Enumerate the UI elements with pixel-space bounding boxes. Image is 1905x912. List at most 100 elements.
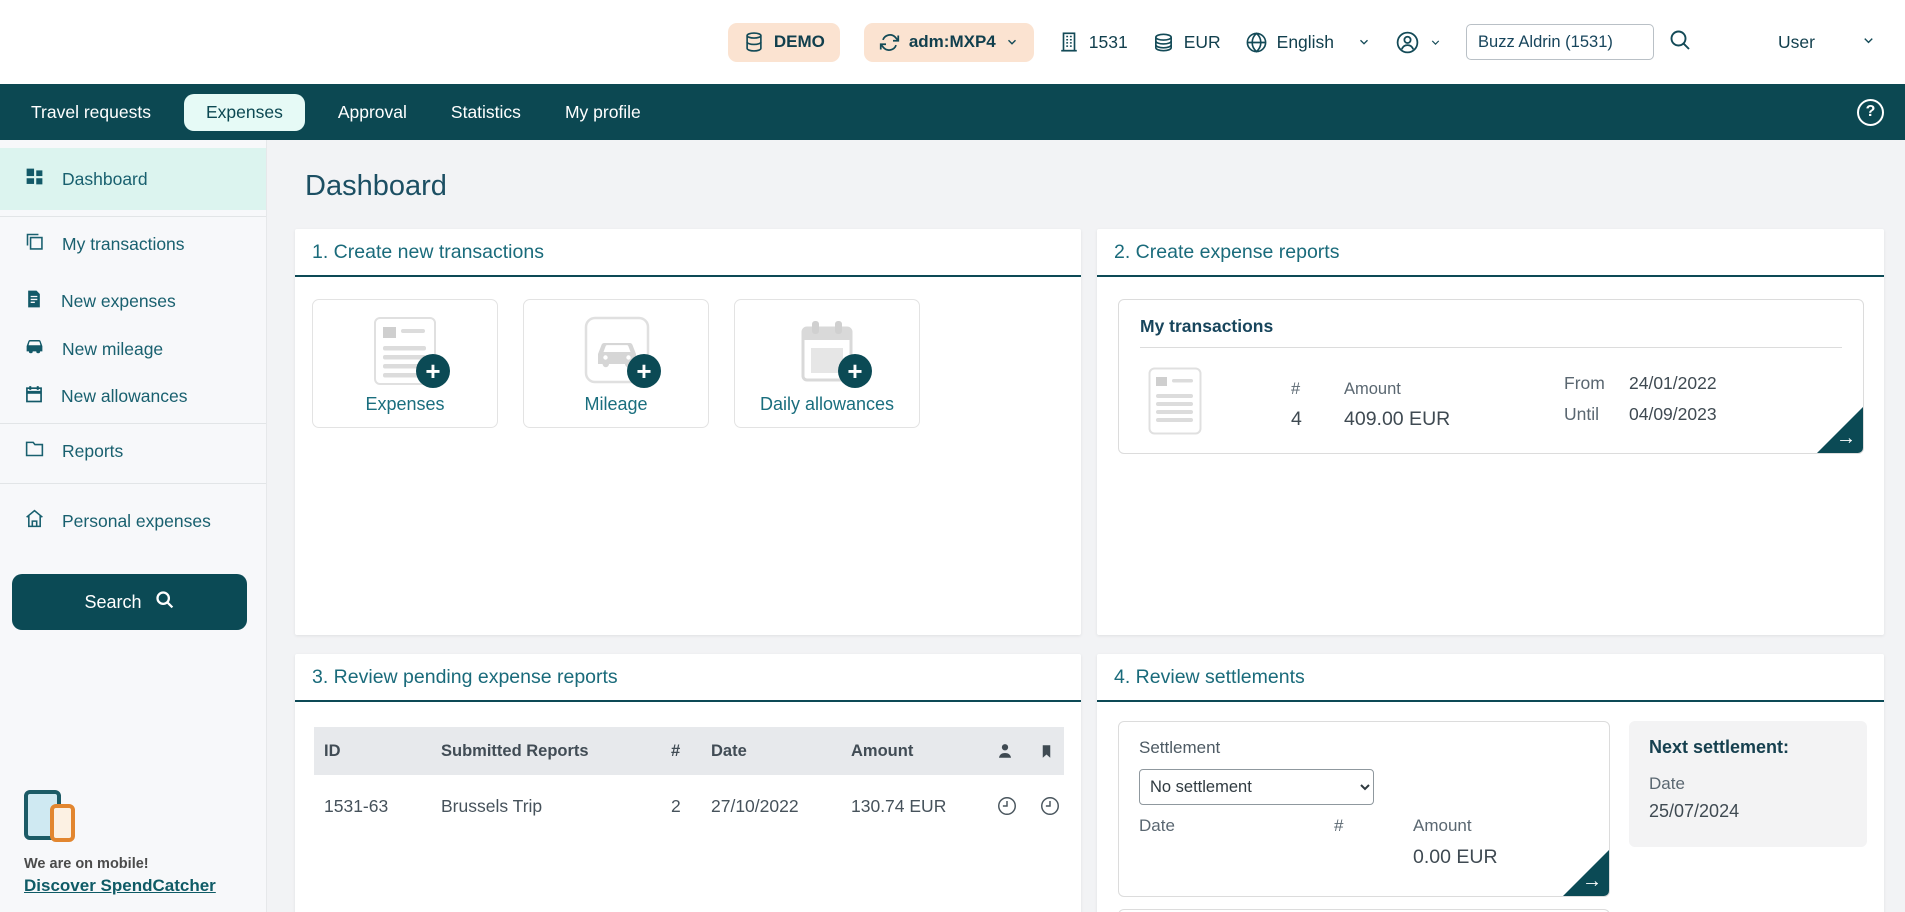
column-report: Submitted Reports (431, 742, 661, 761)
tile-new-daily-allowances[interactable]: + Daily allowances (734, 299, 920, 428)
sidebar-divider (0, 216, 266, 217)
card-title: 4. Review settlements (1097, 654, 1884, 702)
main-content: Dashboard 1. Create new transactions + E… (267, 140, 1905, 912)
sidebar-item-label: New mileage (62, 339, 163, 360)
sidebar-item-label: Reports (62, 441, 123, 462)
admin-context-switcher[interactable]: adm:MXP4 (864, 23, 1034, 62)
chevron-down-icon (1357, 35, 1371, 49)
card-title: 2. Create expense reports (1097, 229, 1884, 277)
globe-icon (1245, 31, 1268, 54)
role-selector[interactable]: User (1778, 32, 1876, 53)
demo-badge-label: DEMO (774, 32, 825, 52)
tab-travel-requests[interactable]: Travel requests (9, 102, 173, 123)
sidebar-item-new-mileage[interactable]: New mileage (0, 328, 266, 370)
sidebar-item-label: My transactions (62, 234, 185, 255)
plus-icon: + (838, 354, 872, 388)
until-label: Until (1564, 404, 1605, 425)
page-title: Dashboard (305, 170, 1884, 203)
car-icon: + (584, 316, 648, 386)
date-label: Date (1139, 816, 1175, 836)
settlement-panel: Settlement No settlement Date # Amount 0… (1118, 721, 1610, 897)
search-button-label: Search (84, 592, 141, 613)
settlement-amount: 0.00 EUR (1413, 846, 1498, 869)
arrow-right-icon: → (1582, 871, 1602, 891)
chevron-down-icon (1429, 36, 1442, 49)
person-circle-icon (1395, 30, 1420, 55)
sidebar-item-reports[interactable]: Reports (0, 430, 266, 472)
tile-label: Expenses (365, 394, 444, 415)
bookmark-icon (1029, 743, 1064, 760)
chevron-down-icon (1861, 32, 1876, 53)
calendar-icon (24, 384, 44, 409)
card-title: 1. Create new transactions (295, 229, 1081, 277)
tile-new-expense[interactable]: + Expenses (312, 299, 498, 428)
mobile-promo-title: We are on mobile! (24, 856, 216, 872)
receipt-icon (1148, 367, 1202, 440)
building-icon (1058, 31, 1080, 53)
mobile-devices-icon (24, 790, 88, 848)
tile-label: Daily allowances (760, 394, 894, 415)
count-label: # (1291, 380, 1302, 399)
settlement-label: Settlement (1139, 738, 1220, 758)
sync-icon (879, 32, 900, 53)
card-create-expense-reports: 2. Create expense reports My transaction… (1097, 229, 1884, 635)
currency-value: EUR (1184, 32, 1221, 53)
home-icon (24, 508, 45, 534)
pending-clock-icon[interactable] (986, 795, 1029, 817)
report-amount: 130.74 EUR (841, 796, 986, 817)
pending-clock-icon[interactable] (1029, 795, 1064, 817)
next-settlement-date: 25/07/2024 (1649, 801, 1847, 822)
sidebar: Dashboard My transactions New expenses N… (0, 140, 267, 912)
tab-statistics[interactable]: Statistics (429, 102, 543, 123)
my-transactions-panel[interactable]: My transactions # 4 Amount 409.00 EUR (1118, 299, 1864, 454)
search-button[interactable]: Search (12, 574, 247, 630)
mobile-promo: We are on mobile! Discover SpendCatcher (24, 790, 216, 896)
tile-new-mileage[interactable]: + Mileage (523, 299, 709, 428)
table-row[interactable]: 1531-63 Brussels Trip 2 27/10/2022 130.7… (314, 775, 1064, 837)
table-header-row: ID Submitted Reports # Date Amount (314, 727, 1064, 775)
car-icon (24, 336, 45, 362)
admin-switcher-label: adm:MXP4 (909, 32, 996, 52)
next-settlement-title: Next settlement: (1649, 737, 1847, 758)
help-icon[interactable]: ? (1857, 99, 1884, 126)
tile-label: Mileage (584, 394, 647, 415)
user-search-input[interactable] (1466, 24, 1654, 60)
receipt-icon: + (373, 316, 437, 386)
entity-id-value: 1531 (1089, 32, 1128, 53)
column-id: ID (314, 742, 431, 761)
folder-icon (24, 438, 45, 464)
language-selector[interactable]: English (1245, 31, 1371, 54)
user-picker-toggle[interactable] (1395, 30, 1442, 55)
sidebar-item-dashboard[interactable]: Dashboard (0, 148, 266, 210)
document-icon (24, 289, 44, 314)
tab-approval[interactable]: Approval (316, 102, 429, 123)
database-icon (743, 31, 765, 53)
currency-indicator: EUR (1152, 31, 1221, 54)
search-icon[interactable] (1668, 28, 1692, 57)
coins-icon (1152, 31, 1175, 54)
sidebar-item-new-allowances[interactable]: New allowances (0, 376, 266, 417)
until-date: 04/09/2023 (1629, 404, 1717, 425)
discover-spendcatcher-link[interactable]: Discover SpendCatcher (24, 876, 216, 896)
settlement-select[interactable]: No settlement (1139, 769, 1374, 805)
tab-expenses[interactable]: Expenses (184, 94, 305, 131)
sidebar-item-my-transactions[interactable]: My transactions (0, 223, 266, 265)
report-date: 27/10/2022 (701, 796, 841, 817)
report-id: 1531-63 (314, 796, 431, 817)
count-label: # (1334, 816, 1343, 836)
next-settlement-box: Next settlement: Date 25/07/2024 (1629, 721, 1867, 847)
demo-badge[interactable]: DEMO (728, 23, 840, 62)
sidebar-item-new-expenses[interactable]: New expenses (0, 281, 266, 322)
column-count: # (661, 742, 701, 761)
panel-title: My transactions (1140, 300, 1842, 337)
card-title: 3. Review pending expense reports (295, 654, 1081, 702)
report-name: Brussels Trip (431, 796, 661, 817)
plus-icon: + (627, 354, 661, 388)
column-amount: Amount (841, 742, 986, 761)
tab-my-profile[interactable]: My profile (543, 102, 663, 123)
transactions-amount: 409.00 EUR (1344, 408, 1450, 431)
card-create-transactions: 1. Create new transactions + Expenses (295, 229, 1081, 635)
sidebar-item-personal-expenses[interactable]: Personal expenses (0, 500, 266, 542)
dashboard-grid-icon (24, 166, 45, 192)
copies-icon (24, 231, 45, 257)
